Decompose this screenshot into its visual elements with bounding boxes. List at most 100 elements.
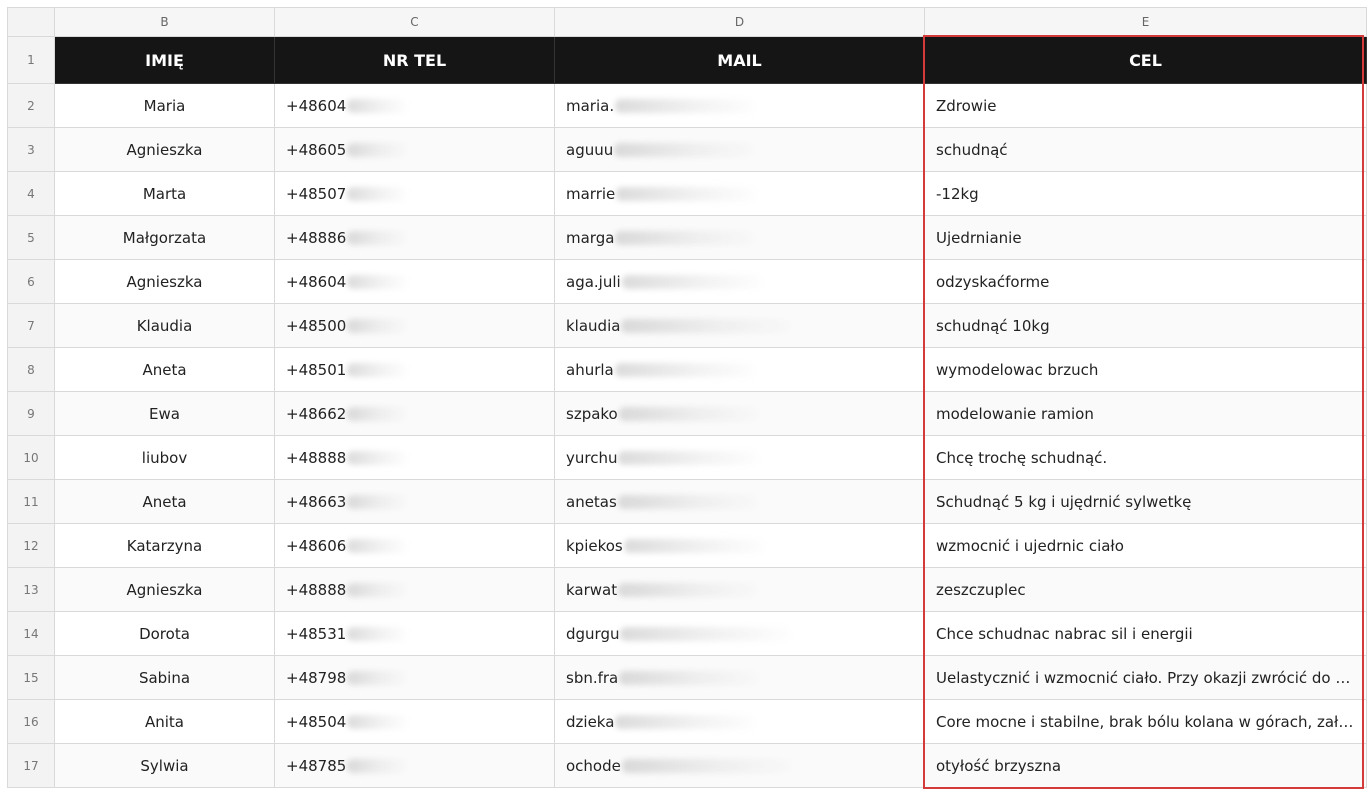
row-number[interactable]: 1	[8, 37, 55, 84]
cell-name[interactable]: Ewa	[55, 392, 275, 436]
cell-name[interactable]: Aneta	[55, 348, 275, 392]
row-number[interactable]: 14	[8, 612, 55, 656]
goal-text: schudnąć 10kg	[936, 316, 1050, 335]
cell-phone[interactable]: +48662	[275, 392, 555, 436]
cell-mail[interactable]: ochode	[555, 744, 925, 788]
cell-mail[interactable]: kpiekos	[555, 524, 925, 568]
cell-goal[interactable]: Zdrowie	[925, 84, 1367, 128]
row-number[interactable]: 11	[8, 480, 55, 524]
cell-phone[interactable]: +48606	[275, 524, 555, 568]
redaction-blur	[614, 362, 755, 377]
cell-phone[interactable]: +48500	[275, 304, 555, 348]
cell-name[interactable]: Dorota	[55, 612, 275, 656]
cell-name[interactable]: Agnieszka	[55, 568, 275, 612]
header-cell-name[interactable]: IMIĘ	[55, 37, 275, 84]
column-header-d[interactable]: D	[555, 8, 925, 37]
header-cell-phone[interactable]: NR TEL	[275, 37, 555, 84]
cell-goal[interactable]: Ujedrnianie	[925, 216, 1367, 260]
cell-mail[interactable]: szpako	[555, 392, 925, 436]
cell-goal[interactable]: zeszczuplec	[925, 568, 1367, 612]
row-number[interactable]: 9	[8, 392, 55, 436]
cell-phone[interactable]: +48504	[275, 700, 555, 744]
header-cell-mail[interactable]: MAIL	[555, 37, 925, 84]
row-number[interactable]: 16	[8, 700, 55, 744]
row-number[interactable]: 7	[8, 304, 55, 348]
cell-name[interactable]: Katarzyna	[55, 524, 275, 568]
cell-goal[interactable]: modelowanie ramion	[925, 392, 1367, 436]
row-number[interactable]: 17	[8, 744, 55, 788]
column-header-b[interactable]: B	[55, 8, 275, 37]
cell-name[interactable]: Klaudia	[55, 304, 275, 348]
mail-visible-part: marrie	[566, 184, 616, 203]
cell-goal[interactable]: wzmocnić i ujedrnic ciało	[925, 524, 1367, 568]
cell-mail[interactable]: marrie	[555, 172, 925, 216]
row-number[interactable]: 6	[8, 260, 55, 304]
cell-goal[interactable]: otyłość brzyszna	[925, 744, 1367, 788]
cell-mail[interactable]: maria.	[555, 84, 925, 128]
row-number[interactable]: 5	[8, 216, 55, 260]
cell-goal[interactable]: -12kg	[925, 172, 1367, 216]
cell-name[interactable]: Małgorzata	[55, 216, 275, 260]
phone-visible-part: +48662	[286, 404, 347, 423]
cell-phone[interactable]: +48798	[275, 656, 555, 700]
redaction-blur	[347, 142, 408, 157]
cell-mail[interactable]: sbn.fra	[555, 656, 925, 700]
row-number[interactable]: 10	[8, 436, 55, 480]
cell-name[interactable]: Anita	[55, 700, 275, 744]
table-row: 2 Maria +48604 maria. Zdrowie	[8, 84, 1367, 128]
header-cell-goal[interactable]: CEL	[925, 37, 1367, 84]
cell-mail[interactable]: aguuu	[555, 128, 925, 172]
cell-phone[interactable]: +48888	[275, 436, 555, 480]
cell-phone[interactable]: +48663	[275, 480, 555, 524]
cell-phone[interactable]: +48785	[275, 744, 555, 788]
cell-name[interactable]: Sabina	[55, 656, 275, 700]
cell-phone[interactable]: +48501	[275, 348, 555, 392]
cell-mail[interactable]: karwat	[555, 568, 925, 612]
cell-mail[interactable]: ahurla	[555, 348, 925, 392]
cell-goal[interactable]: schudnąć	[925, 128, 1367, 172]
cell-name[interactable]: Agnieszka	[55, 260, 275, 304]
cell-mail[interactable]: marga	[555, 216, 925, 260]
cell-phone[interactable]: +48507	[275, 172, 555, 216]
cell-goal[interactable]: Uelastycznić i wzmocnić ciało. Przy okaz…	[925, 656, 1367, 700]
cell-goal[interactable]: odzyskaćforme	[925, 260, 1367, 304]
cell-goal[interactable]: Chcę trochę schudnąć.	[925, 436, 1367, 480]
cell-mail[interactable]: aga.juli	[555, 260, 925, 304]
cell-phone[interactable]: +48604	[275, 260, 555, 304]
cell-name[interactable]: Maria	[55, 84, 275, 128]
row-number[interactable]: 8	[8, 348, 55, 392]
select-all-corner[interactable]	[8, 8, 55, 37]
cell-phone[interactable]: +48531	[275, 612, 555, 656]
cell-name[interactable]: Sylwia	[55, 744, 275, 788]
column-header-c[interactable]: C	[275, 8, 555, 37]
mail-visible-part: maria.	[566, 96, 615, 115]
cell-mail[interactable]: dzieka	[555, 700, 925, 744]
cell-mail[interactable]: klaudia	[555, 304, 925, 348]
redaction-blur	[623, 538, 764, 553]
cell-phone[interactable]: +48886	[275, 216, 555, 260]
column-header-row: B C D E	[8, 8, 1367, 37]
cell-goal[interactable]: schudnąć 10kg	[925, 304, 1367, 348]
cell-name[interactable]: Marta	[55, 172, 275, 216]
row-number[interactable]: 3	[8, 128, 55, 172]
cell-name[interactable]: Aneta	[55, 480, 275, 524]
row-number[interactable]: 12	[8, 524, 55, 568]
cell-mail[interactable]: dgurgu	[555, 612, 925, 656]
cell-goal[interactable]: Chce schudnac nabrac sil i energii	[925, 612, 1367, 656]
row-number[interactable]: 4	[8, 172, 55, 216]
cell-goal[interactable]: Schudnąć 5 kg i ujędrnić sylwetkę	[925, 480, 1367, 524]
row-number[interactable]: 15	[8, 656, 55, 700]
cell-name[interactable]: Agnieszka	[55, 128, 275, 172]
cell-mail[interactable]: anetas	[555, 480, 925, 524]
cell-name[interactable]: liubov	[55, 436, 275, 480]
cell-phone[interactable]: +48604	[275, 84, 555, 128]
redaction-blur	[621, 758, 792, 773]
row-number[interactable]: 2	[8, 84, 55, 128]
row-number[interactable]: 13	[8, 568, 55, 612]
cell-goal[interactable]: wymodelowac brzuch	[925, 348, 1367, 392]
cell-phone[interactable]: +48605	[275, 128, 555, 172]
cell-phone[interactable]: +48888	[275, 568, 555, 612]
column-header-e[interactable]: E	[925, 8, 1367, 37]
cell-mail[interactable]: yurchu	[555, 436, 925, 480]
cell-goal[interactable]: Core mocne i stabilne, brak bólu kolana …	[925, 700, 1367, 744]
